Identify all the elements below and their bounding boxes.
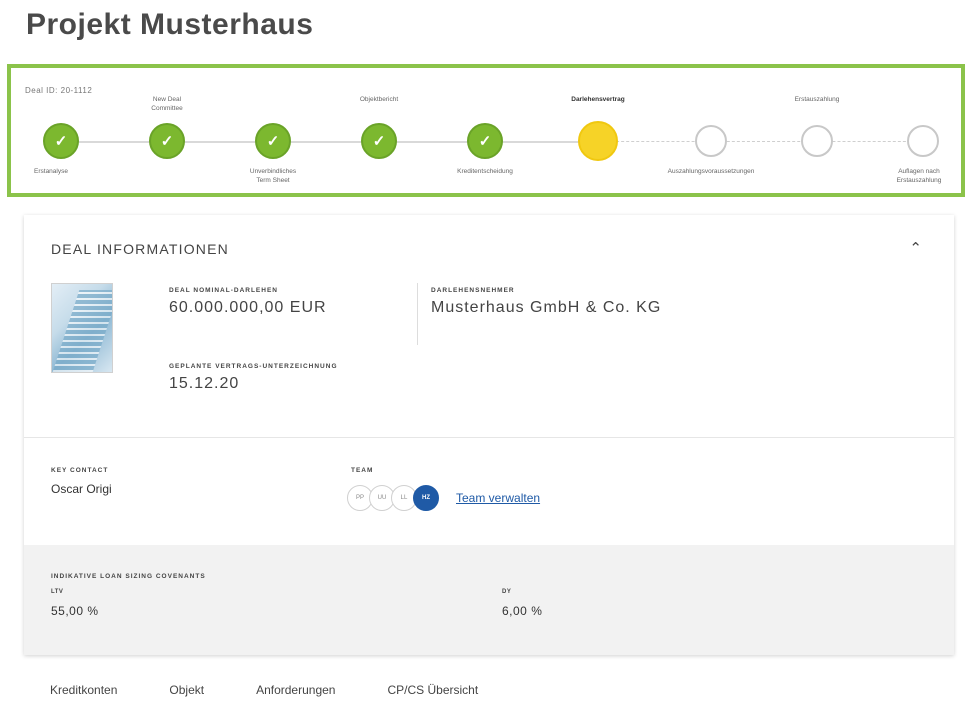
progress-track-remaining bbox=[596, 141, 926, 142]
signing-date-value: 15.12.20 bbox=[169, 375, 240, 392]
deal-information-card: DEAL INFORMATIONEN ⌃ DEAL NOMINAL-DARLEH… bbox=[24, 215, 954, 655]
dy-label: DY bbox=[502, 589, 512, 595]
covenants-title: INDIKATIVE LOAN SIZING COVENANTS bbox=[51, 573, 206, 580]
step-label-auflagen: Auflagen nach Erstauszahlung bbox=[896, 168, 942, 184]
step-label-erstauszahlung: Erstauszahlung bbox=[794, 96, 840, 103]
step-circle-auszahlungsvoraussetzungen[interactable] bbox=[695, 125, 727, 157]
step-circle-darlehensvertrag[interactable] bbox=[578, 121, 618, 161]
step-circle-auflagen[interactable] bbox=[907, 125, 939, 157]
step-label-objektbericht: Objektbericht bbox=[359, 96, 399, 103]
step-label-darlehensvertrag: Darlehensvertrag bbox=[571, 96, 625, 103]
check-icon: ✓ bbox=[372, 132, 386, 150]
signing-date-label: GEPLANTE VERTRAGS-UNTERZEICHNUNG bbox=[169, 363, 338, 370]
chevron-up-icon[interactable]: ⌃ bbox=[909, 239, 922, 257]
progress-track-completed bbox=[61, 141, 596, 143]
tab-anforderungen[interactable]: Anforderungen bbox=[256, 683, 335, 697]
card-title: DEAL INFORMATIONEN bbox=[51, 241, 229, 257]
check-icon: ✓ bbox=[266, 132, 280, 150]
avatar[interactable]: HZ bbox=[413, 485, 439, 511]
section-divider bbox=[24, 437, 954, 438]
step-circle-term-sheet[interactable]: ✓ bbox=[255, 123, 291, 159]
check-icon: ✓ bbox=[54, 132, 68, 150]
team-avatars: PP UU LL HZ bbox=[347, 485, 439, 511]
covenants-section: INDIKATIVE LOAN SIZING COVENANTS LTV 55,… bbox=[24, 545, 954, 655]
nominal-loan-value: 60.000.000,00 EUR bbox=[169, 299, 327, 316]
building-image bbox=[51, 283, 113, 373]
borrower-label: DARLEHENSNEHMER bbox=[431, 287, 515, 294]
deal-id: Deal ID: 20-1112 bbox=[25, 86, 93, 95]
tab-kreditkonten[interactable]: Kreditkonten bbox=[50, 683, 117, 697]
step-circle-objektbericht[interactable]: ✓ bbox=[361, 123, 397, 159]
deal-progress-stepper: Deal ID: 20-1112 ✓ ✓ ✓ ✓ ✓ Erstanalyse N… bbox=[7, 64, 965, 197]
step-label-erstanalyse: Erstanalyse bbox=[34, 168, 68, 175]
step-circle-kreditentscheidung[interactable]: ✓ bbox=[467, 123, 503, 159]
step-label-auszahlungsvoraussetzungen: Auszahlungsvoraussetzungen bbox=[667, 168, 755, 175]
dy-value: 6,00 % bbox=[502, 604, 543, 618]
key-contact-label: KEY CONTACT bbox=[51, 467, 109, 474]
step-label-kreditentscheidung: Kreditentscheidung bbox=[457, 168, 513, 175]
bottom-tabs: Kreditkonten Objekt Anforderungen CP/CS … bbox=[50, 683, 530, 697]
borrower-value: Musterhaus GmbH & Co. KG bbox=[431, 299, 662, 316]
team-label: TEAM bbox=[351, 467, 374, 474]
divider bbox=[417, 283, 418, 345]
step-circle-erstauszahlung[interactable] bbox=[801, 125, 833, 157]
key-contact-value: Oscar Origi bbox=[51, 482, 112, 496]
step-circle-new-deal-committee[interactable]: ✓ bbox=[149, 123, 185, 159]
tab-cpcs-uebersicht[interactable]: CP/CS Übersicht bbox=[387, 683, 478, 697]
step-circle-erstanalyse[interactable]: ✓ bbox=[43, 123, 79, 159]
check-icon: ✓ bbox=[160, 132, 174, 150]
ltv-value: 55,00 % bbox=[51, 604, 99, 618]
manage-team-link[interactable]: Team verwalten bbox=[456, 491, 540, 505]
step-label-new-deal-committee: New Deal Committee bbox=[151, 96, 183, 112]
page-title: Projekt Musterhaus bbox=[26, 8, 314, 41]
tab-objekt[interactable]: Objekt bbox=[169, 683, 204, 697]
step-label-term-sheet: Unverbindliches Term Sheet bbox=[249, 168, 297, 184]
ltv-label: LTV bbox=[51, 589, 64, 595]
check-icon: ✓ bbox=[478, 132, 492, 150]
nominal-loan-label: DEAL NOMINAL-DARLEHEN bbox=[169, 287, 278, 294]
